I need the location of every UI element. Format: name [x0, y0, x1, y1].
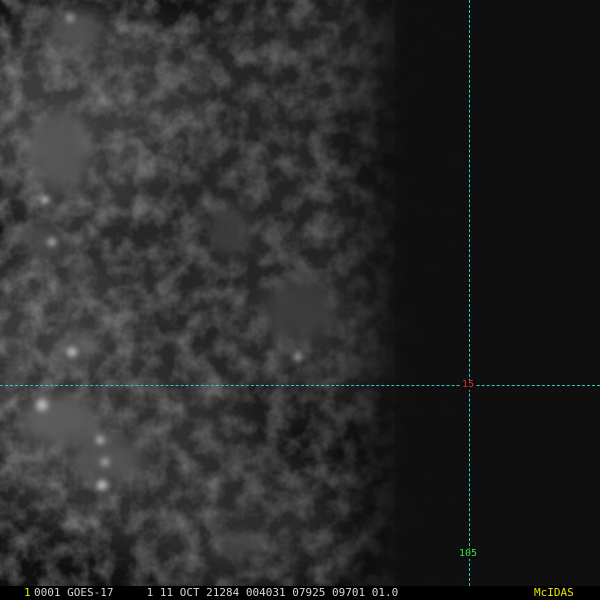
frame-number: 1 — [24, 586, 31, 599]
satellite-image-viewer: 15 105 1 0001 GOES-17 1 11 OCT 21284 004… — [0, 0, 600, 600]
status-bar: 1 0001 GOES-17 1 11 OCT 21284 004031 079… — [0, 586, 600, 600]
image-metadata-text: 0001 GOES-17 1 11 OCT 21284 004031 07925… — [34, 586, 399, 599]
longitude-grid-line — [469, 0, 470, 586]
satellite-cloud-imagery — [0, 0, 600, 586]
mcidas-logo: McIDAS — [534, 586, 574, 599]
longitude-label: 105 — [458, 548, 479, 559]
latitude-label: 15 — [461, 379, 476, 390]
latitude-grid-line — [0, 385, 600, 386]
